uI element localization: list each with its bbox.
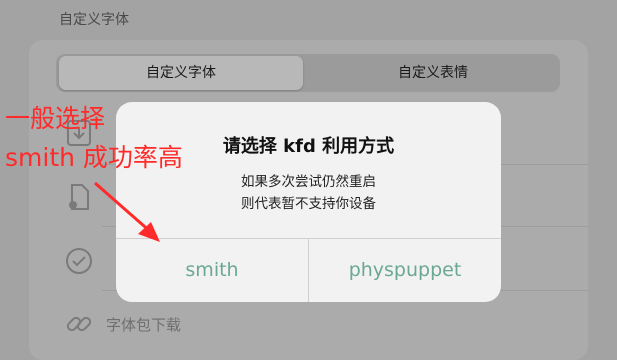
- tab-custom-emoji[interactable]: 自定义表情: [306, 56, 560, 90]
- checkmark-circle-icon: [66, 248, 92, 274]
- tab-custom-font[interactable]: 自定义字体: [59, 56, 303, 90]
- annotation-line2: smith 成功率高: [5, 143, 183, 172]
- segmented-control: 自定义字体 自定义表情: [56, 54, 560, 92]
- link-icon: [66, 316, 92, 332]
- physpuppet-button[interactable]: physpuppet: [309, 239, 501, 302]
- alert-message-line2: 则代表暂不支持你设备: [241, 196, 376, 212]
- annotation-line1: 一般选择: [5, 104, 106, 133]
- smith-button[interactable]: smith: [116, 239, 308, 302]
- alert-dialog: 请选择 kfd 利用方式 如果多次尝试仍然重启 则代表暂不支持你设备 smith…: [116, 102, 501, 302]
- alert-message-line1: 如果多次尝试仍然重启: [241, 174, 376, 190]
- section-header: 自定义字体: [59, 12, 129, 28]
- file-gear-icon: [69, 184, 89, 210]
- font-pack-download-label[interactable]: 字体包下载: [106, 314, 181, 335]
